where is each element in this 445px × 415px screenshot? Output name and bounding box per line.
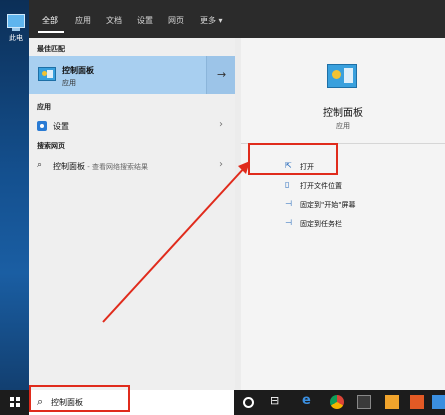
tab-all[interactable]: 全部	[42, 15, 58, 26]
computer-stand	[12, 28, 20, 31]
action-open-file-location[interactable]: ▯ 打开文件位置	[285, 178, 435, 194]
best-match-subtitle: 应用	[62, 79, 76, 87]
file-location-icon: ▯	[285, 180, 290, 189]
highlight-box-search	[29, 385, 130, 412]
cortana-icon[interactable]	[243, 397, 254, 408]
chevron-right-icon[interactable]: ›	[219, 159, 223, 170]
settings-app-icon	[37, 121, 47, 131]
list-item-label: 设置	[53, 122, 69, 131]
action-label: 固定到"开始"屏幕	[300, 201, 356, 209]
search-icon: ⌕	[37, 160, 43, 170]
active-tab-indicator	[38, 31, 64, 33]
list-item-label: 控制面板 - 查看网络搜索结果	[53, 161, 148, 172]
results-pane: 最佳匹配 控制面板 应用 → 应用 设置 › 搜索网页 ⌕ 控制面板 - 查看网…	[29, 38, 235, 390]
details-subtitle: 应用	[336, 122, 350, 130]
chevron-right-icon[interactable]: ›	[219, 119, 223, 130]
apps-heading: 应用	[37, 103, 51, 111]
office-app-icon[interactable]	[410, 395, 424, 409]
task-view-icon[interactable]: ⊟	[270, 394, 284, 408]
expand-details-button[interactable]: →	[206, 56, 235, 94]
web-query-text: 控制面板	[53, 162, 85, 171]
chrome-browser-icon[interactable]	[330, 395, 344, 409]
tab-documents[interactable]: 文档	[106, 15, 122, 26]
best-match-title: 控制面板	[62, 66, 94, 75]
list-item-web-search[interactable]: ⌕ 控制面板 - 查看网络搜索结果 ›	[29, 156, 235, 176]
web-query-hint: - 查看网络搜索结果	[85, 163, 148, 171]
taskbar-app-icon[interactable]	[357, 395, 371, 409]
details-pane: 控制面板 应用 ⇱ 打开 ▯ 打开文件位置 ⊣ 固定到"开始"屏幕 ⊣ 固定到任…	[241, 38, 445, 390]
start-button[interactable]	[0, 390, 29, 415]
control-panel-icon	[38, 67, 56, 81]
tab-more[interactable]: 更多 ▾	[200, 15, 223, 26]
pin-icon: ⊣	[285, 218, 292, 227]
taskbar-app-icon[interactable]	[432, 395, 445, 409]
pin-icon: ⊣	[285, 199, 292, 208]
windows-logo-icon	[10, 397, 20, 407]
desktop-icon-label: 此电	[9, 34, 23, 42]
action-pin-to-start[interactable]: ⊣ 固定到"开始"屏幕	[285, 197, 435, 213]
action-pin-to-taskbar[interactable]: ⊣ 固定到任务栏	[285, 216, 435, 232]
taskbar-app-icon[interactable]	[385, 395, 399, 409]
list-item-settings[interactable]: 设置 ›	[29, 116, 235, 136]
start-menu-search-panel: 全部 应用 文档 设置 网页 更多 ▾ 最佳匹配 控制面板 应用 → 应用 设置…	[29, 0, 445, 390]
this-pc-desktop-icon[interactable]: 此电	[4, 14, 28, 43]
action-label: 打开文件位置	[300, 182, 342, 190]
web-search-heading: 搜索网页	[37, 142, 65, 150]
best-match-main[interactable]: 控制面板 应用	[29, 56, 205, 94]
action-label: 固定到任务栏	[300, 220, 342, 228]
details-title: 控制面板	[323, 108, 363, 119]
highlight-box-open	[248, 143, 338, 175]
computer-icon	[7, 14, 25, 28]
tab-settings[interactable]: 设置	[137, 15, 153, 26]
control-panel-large-icon	[327, 64, 357, 88]
tab-apps[interactable]: 应用	[75, 15, 91, 26]
search-filter-tabs: 全部 应用 文档 设置 网页 更多 ▾	[29, 0, 445, 38]
best-match-result[interactable]: 控制面板 应用 →	[29, 56, 235, 94]
edge-browser-icon[interactable]: e	[302, 393, 316, 408]
arrow-right-icon: →	[217, 68, 227, 81]
best-match-heading: 最佳匹配	[37, 45, 65, 53]
tab-web[interactable]: 网页	[168, 15, 184, 26]
